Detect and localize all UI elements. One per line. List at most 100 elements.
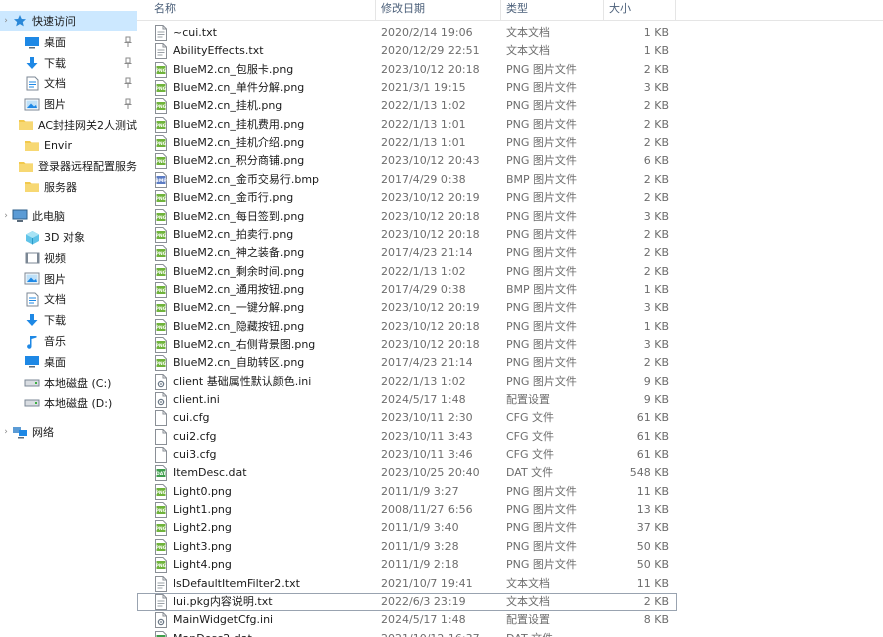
file-type: DAT 文件 [506, 466, 554, 480]
nav-label: 服务器 [44, 180, 77, 194]
file-row[interactable]: client.ini 2024/5/17 1:48 配置设置 9 KB [137, 391, 677, 409]
file-type: 文本文档 [506, 26, 550, 39]
pin-icon[interactable] [123, 57, 133, 69]
file-row[interactable]: DAT ItemDesc.dat 2023/10/25 20:40 DAT 文件 548… [137, 464, 677, 482]
file-size: 548 KB [629, 466, 669, 480]
file-type: PNG 图片文件 [506, 301, 577, 315]
nav-network[interactable]: › 网络 [0, 422, 137, 442]
file-row[interactable]: PNG Light3.png 2011/1/9 3:28 PNG 图片文件 50 KB [137, 538, 677, 556]
file-name: Light3.png [173, 539, 232, 553]
file-row[interactable]: DAT MapDesc2.dat 2021/10/12 16:37DAT 文件 [137, 630, 677, 637]
file-row[interactable]: PNG BlueM2.cn_每日签到.png 2023/10/12 20:18 PNG… [137, 208, 677, 226]
file-row[interactable]: PNG BlueM2.cn_隐藏按钮.png 2023/10/12 20:18 PNG… [137, 318, 677, 336]
file-row[interactable]: PNG BlueM2.cn_金币行.png 2023/10/12 20:19 PNG … [137, 189, 677, 207]
file-type: PNG 图片文件 [506, 484, 577, 498]
file-row[interactable]: BMP BlueM2.cn_金币交易行.bmp 2017/4/29 0:38 BMP … [137, 171, 677, 189]
file-type: DAT 文件 [506, 630, 606, 637]
file-type: BMP 图片文件 [506, 172, 578, 186]
file-row[interactable]: lsDefaultItemFilter2.txt 2021/10/7 19:41 文… [137, 575, 677, 593]
nav-pc-item[interactable]: 本地磁盘 (C:) [0, 373, 137, 393]
file-row[interactable]: PNG Light4.png 2011/1/9 2:18 PNG 图片文件 50 KB [137, 556, 677, 574]
config-file-icon [154, 392, 168, 408]
file-date-modified: 2023/10/11 3:43 [381, 429, 473, 443]
file-name: BlueM2.cn_每日签到.png [173, 209, 305, 223]
nav-pc-item[interactable]: 下载 [0, 310, 137, 330]
file-row[interactable]: PNG BlueM2.cn_挂机费用.png 2022/1/13 1:01 PNG 图… [137, 116, 677, 134]
file-row[interactable]: cui.cfg 2023/10/11 2:30 CFG 文件 61 KB [137, 409, 677, 427]
file-row[interactable]: cui2.cfg 2023/10/11 3:43 CFG 文件 61 KB [137, 428, 677, 446]
column-header-name[interactable]: 名称 [148, 0, 378, 20]
file-size: 13 KB [636, 503, 669, 517]
nav-pc-item[interactable]: 视频 [0, 248, 137, 268]
file-size: 2 KB [643, 264, 669, 278]
file-size: 1 KB [643, 282, 669, 296]
file-date-modified: 2020/2/14 19:06 [381, 26, 473, 39]
file-row[interactable]: PNG BlueM2.cn_挂机.png 2022/1/13 1:02 PNG 图片文… [137, 97, 677, 115]
nav-folder-item[interactable]: Envir [0, 136, 137, 156]
pin-icon[interactable] [123, 36, 133, 48]
file-row[interactable]: PNG BlueM2.cn_挂机介绍.png 2022/1/13 1:01 PNG 图… [137, 134, 677, 152]
column-header-size[interactable]: 大小 [603, 0, 677, 20]
file-row[interactable]: PNG Light0.png 2011/1/9 3:27 PNG 图片文件 11 KB [137, 483, 677, 501]
file-date-modified: 2020/12/29 22:51 [381, 44, 480, 58]
file-row[interactable]: PNG BlueM2.cn_积分商铺.png 2023/10/12 20:43 PNG… [137, 152, 677, 170]
file-size: 2 KB [643, 117, 669, 131]
nav-this-pc[interactable]: › 此电脑 [0, 206, 137, 226]
pin-icon[interactable] [123, 98, 133, 110]
folder-icon [24, 180, 40, 194]
file-type: PNG 图片文件 [506, 539, 577, 553]
nav-pinned-item[interactable]: 图片 [0, 94, 137, 114]
nav-pc-item[interactable]: 音乐 [0, 331, 137, 351]
file-size: 61 KB [636, 448, 669, 462]
file-row[interactable]: lui.pkg内容说明.txt 2022/6/3 23:19 文本文档 2 KB [137, 592, 677, 611]
file-row[interactable]: PNG BlueM2.cn_右侧背景图.png 2023/10/12 20:18 PN… [137, 336, 677, 354]
nav-pc-item[interactable]: 文档 [0, 289, 137, 309]
file-row[interactable]: PNG BlueM2.cn_通用按钮.png 2017/4/29 0:38 BMP 图… [137, 281, 677, 299]
pictures-icon [24, 97, 40, 111]
config-file-icon [154, 612, 168, 629]
png-file-icon: PNG [154, 263, 168, 280]
nav-pc-item[interactable]: 3D 对象 [0, 227, 137, 247]
dat-file-icon: DAT [154, 630, 168, 637]
file-row[interactable]: PNG BlueM2.cn_剩余时间.png 2022/1/13 1:02 PNG 图… [137, 263, 677, 281]
nav-folder-item[interactable]: AC封挂网关2人测试 [0, 115, 137, 135]
file-row[interactable]: client 基础属性默认颜色.ini 2022/1/13 1:02 PNG 图片文… [137, 373, 677, 391]
nav-pinned-item[interactable]: 文档 [0, 73, 137, 93]
nav-quick-access[interactable]: › 快速访问 [0, 11, 137, 31]
nav-pinned-item[interactable]: 下载 [0, 53, 137, 73]
nav-pc-item[interactable]: 图片 [0, 269, 137, 289]
png-file-icon: PNG [154, 153, 168, 170]
file-row[interactable]: PNG BlueM2.cn_单件分解.png 2021/3/1 19:15 PNG 图… [137, 79, 677, 97]
file-size: 6 KB [643, 154, 669, 168]
config-file-icon [154, 373, 168, 390]
file-row[interactable]: PNG BlueM2.cn_一键分解.png 2023/10/12 20:19 PNG… [137, 299, 677, 317]
file-row[interactable]: ~cui.txt 2020/2/14 19:06 文本文档 1 KB [137, 24, 677, 42]
file-row[interactable]: cui3.cfg 2023/10/11 3:46 CFG 文件 61 KB [137, 446, 677, 464]
file-size [607, 630, 669, 637]
nav-pc-item[interactable]: 桌面 [0, 352, 137, 372]
file-row[interactable]: MainWidgetCfg.ini 2024/5/17 1:48 配置设置 8 KB [137, 611, 677, 629]
file-row[interactable]: AbilityEffects.txt 2020/12/29 22:51 文本文档 1 … [137, 42, 677, 60]
expand-chevron-icon[interactable]: › [0, 427, 12, 437]
file-row[interactable]: PNG BlueM2.cn_神之装备.png 2017/4/23 21:14 PNG … [137, 244, 677, 262]
file-row[interactable]: PNG BlueM2.cn_自助转区.png 2017/4/23 21:14 PNG … [137, 354, 677, 372]
column-divider[interactable] [675, 0, 676, 20]
png-file-icon: PNG [154, 98, 168, 115]
file-row[interactable]: PNG BlueM2.cn_拍卖行.png 2023/10/12 20:18 PNG … [137, 226, 677, 244]
file-row[interactable]: PNG Light2.png 2011/1/9 3:40 PNG 图片文件 37 KB [137, 519, 677, 537]
file-size: 3 KB [643, 301, 669, 315]
expand-chevron-icon[interactable]: › [0, 211, 12, 221]
file-row[interactable]: PNG Light1.png 2008/11/27 6:56 PNG 图片文件 13 K… [137, 501, 677, 519]
pin-icon[interactable] [123, 77, 133, 89]
column-header-type[interactable]: 类型 [500, 0, 603, 20]
file-date-modified: 2023/10/12 20:19 [381, 301, 480, 315]
file-row[interactable]: PNG BlueM2.cn_包服卡.png 2023/10/12 20:18 PNG … [137, 61, 677, 79]
expand-chevron-icon[interactable]: › [0, 16, 12, 26]
column-header-date[interactable]: 修改日期 [375, 0, 500, 20]
nav-label: 本地磁盘 (D:) [44, 397, 113, 411]
svg-text:DAT: DAT [156, 471, 167, 477]
nav-folder-item[interactable]: 登录器远程配置服务 [0, 156, 137, 176]
nav-folder-item[interactable]: 服务器 [0, 177, 137, 197]
nav-pc-item[interactable]: 本地磁盘 (D:) [0, 393, 137, 413]
nav-pinned-item[interactable]: 桌面 [0, 32, 137, 52]
